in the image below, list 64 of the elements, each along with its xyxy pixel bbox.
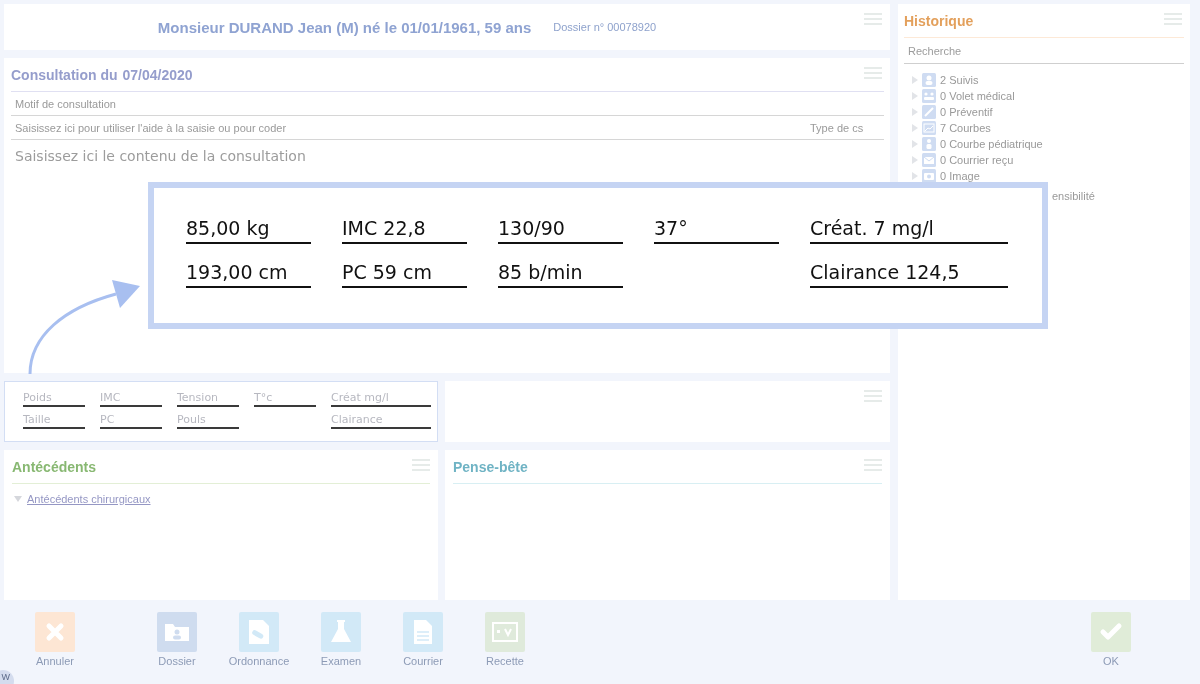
expanded-triangle-icon[interactable]: [14, 495, 22, 503]
pense-bete-title: Pense-bête: [453, 458, 528, 475]
history-item[interactable]: ensibilité: [1052, 190, 1095, 202]
vital-value: PC 59 cm: [342, 260, 467, 288]
consultation-title: Consultation du: [11, 66, 118, 83]
prescription-icon: [239, 612, 279, 652]
syringe-icon: [922, 105, 936, 119]
vital-field[interactable]: PC: [100, 413, 162, 429]
menu-icon[interactable]: [864, 390, 882, 403]
vital-value: Créat. 7 mg/l: [810, 216, 1008, 244]
history-item[interactable]: 2 Suivis: [940, 74, 979, 86]
vital-field[interactable]: T°c: [254, 391, 316, 407]
receipt-button[interactable]: Recette: [466, 612, 544, 667]
history-item[interactable]: 0 Courrier reçu: [940, 154, 1014, 166]
lab-button[interactable]: Examen: [302, 612, 380, 667]
cancel-icon: [35, 612, 75, 652]
prescription-button[interactable]: Ordonnance: [220, 612, 298, 667]
vital-field[interactable]: Poids: [23, 391, 85, 407]
dossier-number: Dossier n° 00078920: [553, 21, 657, 33]
menu-icon[interactable]: [1164, 13, 1182, 26]
history-item[interactable]: 0 Préventif: [940, 106, 993, 118]
history-item[interactable]: 0 Volet médical: [940, 90, 1015, 102]
vital-value: IMC 22,8: [342, 216, 467, 244]
letter-icon: [403, 612, 443, 652]
history-item[interactable]: 7 Courbes: [940, 122, 991, 134]
folder-icon: [157, 612, 197, 652]
menu-icon[interactable]: [864, 13, 882, 26]
vital-field[interactable]: IMC: [100, 391, 162, 407]
vital-field[interactable]: Tension: [177, 391, 239, 407]
type-field[interactable]: Type de cs: [806, 116, 884, 140]
motif-field[interactable]: Motif de consultation: [11, 92, 884, 116]
vital-value: Clairance 124,5: [810, 260, 1008, 288]
antecedents-title: Antécédents: [12, 458, 97, 475]
consultation-date[interactable]: 07/04/2020: [122, 66, 193, 83]
menu-icon[interactable]: [864, 67, 882, 80]
group-icon: [922, 89, 936, 103]
child-icon: [922, 137, 936, 151]
lab-icon: [321, 612, 361, 652]
vital-value: 37°: [654, 216, 779, 244]
folder-button[interactable]: Dossier: [138, 612, 216, 667]
chart-icon: [922, 121, 936, 135]
corner-badge[interactable]: W: [0, 670, 14, 684]
vital-field[interactable]: Clairance: [331, 413, 431, 429]
history-item[interactable]: 0 Courbe pédiatrique: [940, 138, 1043, 150]
tree-link[interactable]: Antécédents chirurgicaux: [27, 493, 151, 505]
vital-value: 85,00 kg: [186, 216, 311, 244]
patient-title: Monsieur DURAND Jean (M) né le 01/01/1961, 59 ans: [157, 18, 532, 36]
vital-field[interactable]: Taille: [23, 413, 85, 429]
receipt-icon: [485, 612, 525, 652]
vital-value: 85 b/min: [498, 260, 623, 288]
cancel-button[interactable]: Annuler: [16, 612, 94, 667]
vital-field[interactable]: Créat mg/l: [331, 391, 431, 407]
person-icon: [922, 73, 936, 87]
check-icon: [1091, 612, 1131, 652]
vital-field[interactable]: Pouls: [177, 413, 239, 429]
letter-button[interactable]: Courrier: [384, 612, 462, 667]
history-item[interactable]: 0 Image: [940, 170, 980, 182]
mail-icon: [922, 153, 936, 167]
menu-icon[interactable]: [864, 459, 882, 472]
ok-button[interactable]: OK: [1072, 612, 1150, 667]
history-title: Historique: [904, 12, 974, 29]
menu-icon[interactable]: [412, 459, 430, 472]
vital-value: 130/90: [498, 216, 623, 244]
vital-value: 193,00 cm: [186, 260, 311, 288]
